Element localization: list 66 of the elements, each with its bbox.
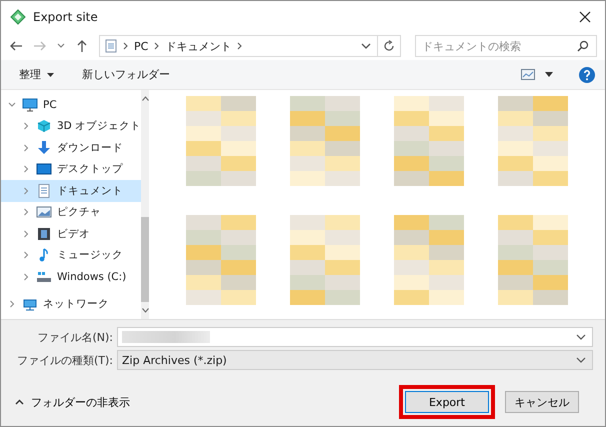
address-bar[interactable]: PC ドキュメント	[99, 35, 401, 57]
desktop-icon	[36, 162, 52, 176]
scrollbar[interactable]	[141, 90, 150, 319]
new-folder-button[interactable]: 新しいフォルダー	[78, 65, 174, 84]
chevron-up-icon	[15, 399, 24, 405]
sidebar-item[interactable]: ピクチャ	[1, 202, 142, 223]
pictures-icon	[36, 205, 52, 220]
scroll-down-icon[interactable]	[142, 308, 149, 313]
expand-icon[interactable]	[21, 208, 31, 216]
sidebar-item[interactable]: デスクトップ	[1, 158, 142, 180]
filetype-label: ファイルの種類(T):	[16, 352, 113, 368]
caret-icon[interactable]	[545, 72, 553, 77]
sidebar-item[interactable]: ミュージック	[1, 244, 142, 266]
cancel-button[interactable]: キャンセル	[505, 391, 579, 413]
chevron-icon	[123, 42, 128, 50]
sidebar-item[interactable]: Windows (C:)	[1, 266, 142, 288]
window-title: Export site	[33, 10, 98, 24]
search-icon	[577, 40, 589, 52]
chevron-icon	[237, 42, 242, 50]
drive-icon	[36, 270, 52, 284]
hide-folders-button[interactable]: フォルダーの非表示	[1, 394, 136, 410]
sidebar-item[interactable]: ビデオ	[1, 223, 142, 244]
cube-icon	[36, 119, 52, 134]
filename-label: ファイル名(N):	[36, 330, 113, 344]
filename-field[interactable]	[117, 327, 593, 347]
sidebar-item[interactable]: ネットワーク	[1, 294, 142, 315]
scroll-up-icon[interactable]	[142, 96, 149, 101]
expand-icon[interactable]	[7, 300, 17, 308]
filetype-dropdown[interactable]: Zip Archives (*.zip)	[117, 350, 593, 370]
app-icon	[10, 8, 26, 24]
document-icon	[105, 39, 117, 53]
expand-icon[interactable]	[21, 186, 31, 195]
dropdown-icon[interactable]	[361, 43, 371, 49]
expand-icon[interactable]	[21, 144, 31, 152]
chevron-icon	[154, 42, 160, 50]
download-icon	[36, 140, 52, 155]
sidebar-item[interactable]: ドキュメント	[1, 180, 142, 202]
view-icon[interactable]	[521, 69, 535, 80]
forward-icon[interactable]	[33, 39, 47, 53]
sidebar-item[interactable]: PC	[1, 94, 142, 116]
expand-icon[interactable]	[21, 122, 31, 130]
breadcrumb[interactable]: PC	[134, 40, 148, 52]
expand-icon[interactable]	[21, 165, 31, 174]
network-icon	[22, 297, 38, 312]
up-icon[interactable]	[75, 39, 89, 53]
back-icon[interactable]	[9, 39, 23, 53]
expand-icon[interactable]	[21, 230, 31, 238]
expand-icon[interactable]	[21, 272, 31, 281]
expand-icon[interactable]	[7, 100, 17, 109]
caret-icon	[47, 72, 54, 77]
document-icon	[36, 184, 52, 198]
dropdown-icon[interactable]	[576, 334, 586, 340]
search-field[interactable]: ドキュメントの検索	[415, 35, 597, 57]
dropdown-icon	[576, 357, 586, 363]
export-button[interactable]: Export	[405, 391, 489, 413]
expand-icon[interactable]	[21, 251, 31, 260]
organize-button[interactable]: 整理	[15, 65, 58, 84]
breadcrumb[interactable]: ドキュメント	[165, 38, 232, 54]
help-icon[interactable]	[579, 66, 595, 82]
refresh-icon[interactable]	[383, 40, 395, 52]
film-icon	[36, 226, 52, 241]
monitor-icon	[22, 98, 38, 112]
recent-dropdown-icon[interactable]	[57, 43, 65, 49]
sidebar-item[interactable]: 3D オブジェクト	[1, 116, 142, 137]
close-icon	[579, 10, 591, 22]
sidebar-item[interactable]: ダウンロード	[1, 137, 142, 158]
